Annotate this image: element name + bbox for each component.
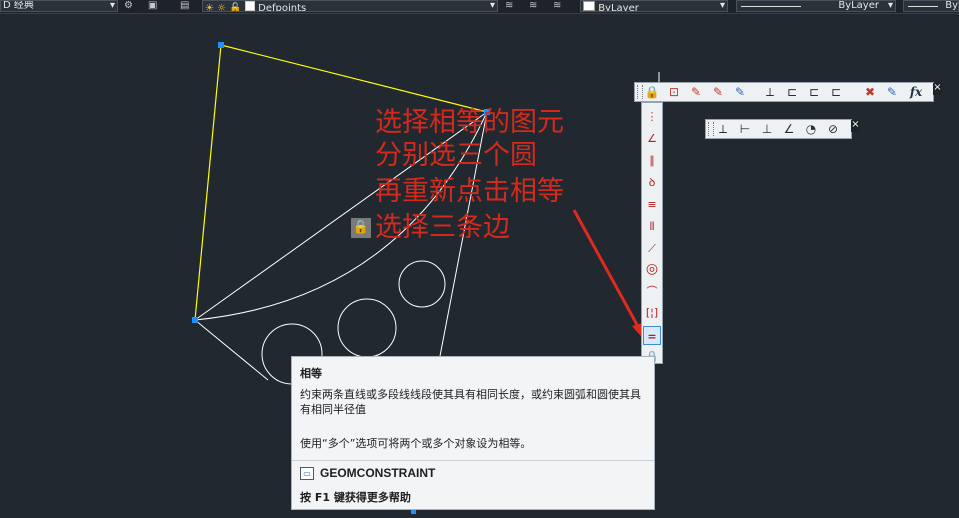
geometric-constraint-toolbar: 🔒 ⊡ ✎ ✎ ✎ ⟂ ⊏ ⊏ ⊏ ✖ ✎ fx × <box>634 82 942 102</box>
chevron-down-icon: ▾ <box>887 0 893 11</box>
equal-tooltip: 相等 约束两条直线或多段线线段使其具有相同长度，或约束圆弧和圆使其具有相同半径值… <box>291 356 655 510</box>
vertical-icon[interactable]: ⫴ <box>643 217 661 236</box>
layer-match-icon[interactable]: ≋ <box>529 0 537 12</box>
annotation-line-2: 分别选三个圆 <box>375 140 537 171</box>
annotation-line-4: 选择三条边 <box>375 212 510 243</box>
close-icon[interactable]: × <box>933 83 942 95</box>
colinear-icon[interactable]: ⟋ <box>643 239 661 258</box>
tooltip-hint: 使用“多个”选项可将两个或多个对象设为相等。 <box>300 437 532 450</box>
aligned-dim-icon[interactable]: ⟂ <box>714 121 732 137</box>
color-value: ByLayer <box>598 3 639 12</box>
lightbulb-icon: ☀ <box>205 3 214 12</box>
show-icon[interactable]: ⊏ <box>827 84 845 100</box>
color-swatch-icon <box>583 1 595 11</box>
chevron-down-icon: ▾ <box>109 0 115 11</box>
vertical-constraint-toolbar: ⋮ ∠ ∥ ꝺ ≡ ⫴ ⟋ ◎ ⌒ [¦] = 🔒 <box>641 102 663 364</box>
tooltip-title: 相等 <box>300 367 322 380</box>
fx-icon[interactable]: fx <box>907 84 925 100</box>
linetype-value: ByLayer <box>838 0 879 11</box>
vertical-icon[interactable]: ✎ <box>709 84 727 100</box>
workspace-value: D 经典 <box>3 0 34 11</box>
annotation-line-3: 再重新点击相等 <box>375 176 564 207</box>
tooltip-separator <box>292 460 654 461</box>
chevron-down-icon: ▾ <box>489 0 495 11</box>
dimensional-constraint-toolbar: ⟂ ⊢ ⊥ ∠ ◔ ⊘ × <box>705 119 860 139</box>
horizontal-dim-icon[interactable]: ⊢ <box>736 121 754 137</box>
linetype-preview <box>741 6 801 7</box>
annotation-line-1: 选择相等的图元 <box>375 107 564 138</box>
vertical-dim-icon[interactable]: ⊥ <box>758 121 776 137</box>
yellow-line-left[interactable] <box>194 44 222 321</box>
layer-previous-icon[interactable]: ≋ <box>553 0 561 12</box>
lineweight-value: By <box>945 0 958 11</box>
linetype-dropdown[interactable]: ByLayer ▾ <box>736 0 896 12</box>
gear-icon[interactable]: ⚙ <box>124 0 133 12</box>
linear-alt-icon[interactable]: ⊏ <box>805 84 823 100</box>
grip-bottom-left[interactable] <box>192 317 198 323</box>
parallel-icon[interactable]: ∥ <box>643 151 661 170</box>
tangent-icon[interactable]: ✎ <box>731 84 749 100</box>
layer-value: Defpoints <box>258 3 307 12</box>
lock-icon[interactable]: 🔒 <box>351 218 371 238</box>
smooth-icon[interactable]: ⌒ <box>643 282 661 301</box>
grip-top-left[interactable] <box>218 42 224 48</box>
angular-dim-icon[interactable]: ∠ <box>780 121 798 137</box>
layer-properties-icon[interactable]: ▤ <box>180 0 189 12</box>
top-toolbar: D 经典 ▾ ⚙ ▣ ▤ ☀ ☼ 🔓 Defpoints ▾ ≋ ≋ ≋ ByL… <box>0 0 959 14</box>
radial-dim-icon[interactable]: ◔ <box>802 121 820 137</box>
lock-icon: 🔓 <box>229 3 242 12</box>
close-icon[interactable]: × <box>851 120 860 132</box>
grip-bottom <box>411 510 416 514</box>
workspace-settings-icon[interactable]: ▣ <box>148 0 157 12</box>
red-arrow-line <box>572 209 643 333</box>
equal-icon[interactable]: = <box>643 326 661 345</box>
make-current-icon[interactable]: ≋ <box>505 0 513 12</box>
concentric-icon[interactable]: ◎ <box>643 260 661 279</box>
diameter-dim-icon[interactable]: ⊘ <box>824 121 842 137</box>
lineweight-dropdown[interactable]: By <box>903 0 959 12</box>
tooltip-description: 约束两条直线或多段线线段使其具有相同长度，或约束圆弧和圆使其具有相同半径值 <box>300 388 641 416</box>
delete-constraints-icon[interactable]: ✖ <box>861 84 879 100</box>
tangent-icon[interactable]: ꝺ <box>643 173 661 192</box>
lineweight-preview <box>908 6 938 7</box>
aligned-icon[interactable]: ⟂ <box>761 84 779 100</box>
perpendicular-icon[interactable]: ∠ <box>643 129 661 148</box>
circle-2[interactable] <box>337 298 397 358</box>
layer-dropdown[interactable]: ☀ ☼ 🔓 Defpoints ▾ <box>202 0 498 12</box>
workspace-dropdown[interactable]: D 经典 ▾ <box>0 0 118 12</box>
linear-icon[interactable]: ⊏ <box>783 84 801 100</box>
horizontal-icon[interactable]: ✎ <box>687 84 705 100</box>
color-dropdown[interactable]: ByLayer ▾ <box>580 0 728 12</box>
bottom-side-line[interactable] <box>194 319 269 381</box>
coincident-icon[interactable]: ⋮ <box>643 107 661 126</box>
coincident-icon[interactable]: ⊡ <box>665 84 683 100</box>
sun-icon: ☼ <box>217 3 227 12</box>
command-icon: ▭ <box>300 467 314 480</box>
chevron-down-icon: ▾ <box>719 0 725 11</box>
circle-3[interactable] <box>398 260 446 308</box>
parameters-icon[interactable]: ✎ <box>883 84 901 100</box>
color-swatch-icon <box>244 1 255 11</box>
fix-icon[interactable]: 🔒 <box>643 84 661 100</box>
tooltip-command: GEOMCONSTRAINT <box>320 466 436 480</box>
horizontal-icon[interactable]: ≡ <box>643 195 661 214</box>
symmetric-icon[interactable]: [¦] <box>643 303 661 322</box>
yellow-line-top[interactable] <box>220 44 488 113</box>
tooltip-help: 按 F1 键获得更多帮助 <box>300 491 411 504</box>
